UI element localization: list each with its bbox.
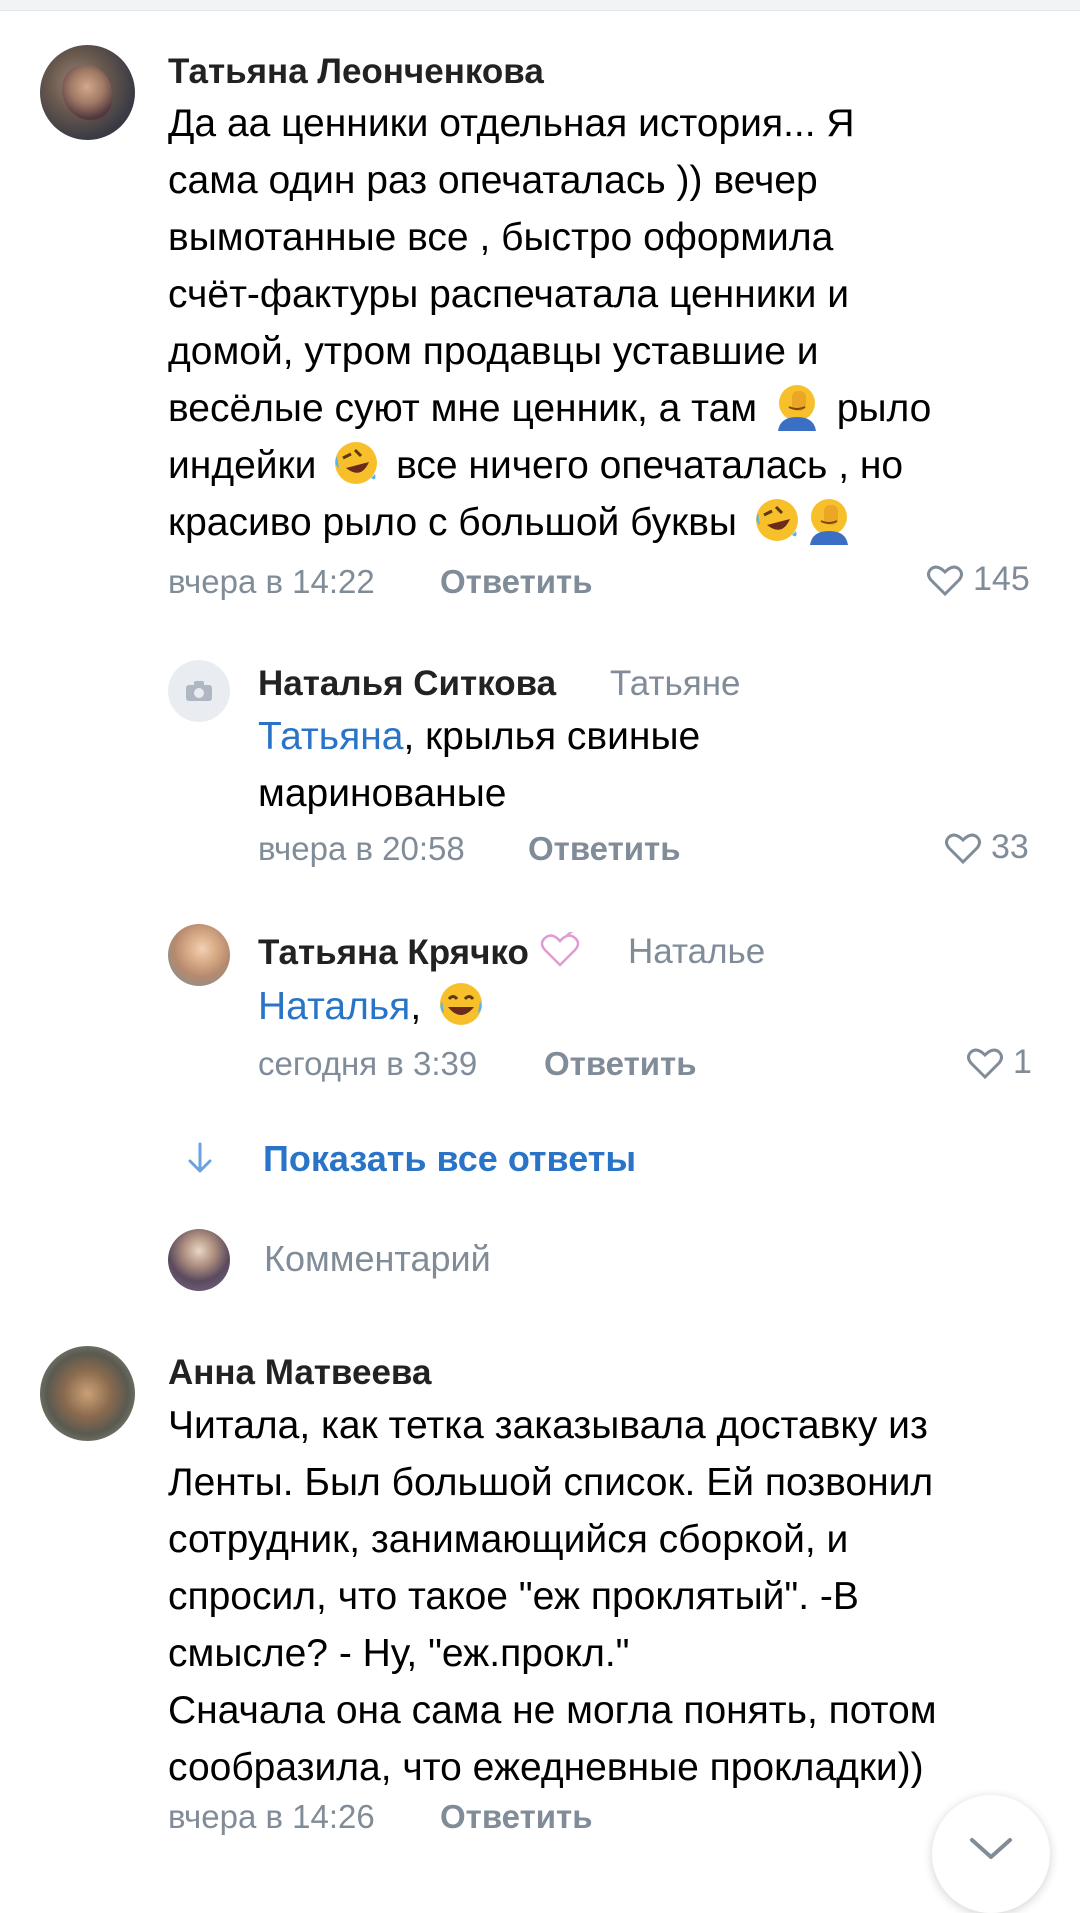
comment-text-line: домой, утром продавцы уставшие и	[168, 330, 819, 373]
comment-text-line: вымотанные все , быстро оформила	[168, 216, 834, 259]
like-button[interactable]: 145	[927, 560, 1030, 599]
reply-text-part: ,	[410, 985, 422, 1028]
reply-text-line: Татьяна, крылья свиные	[258, 708, 700, 765]
heart-icon	[927, 565, 963, 596]
comment-text-line: сотрудник, занимающийся сборкой, и	[168, 1518, 849, 1561]
reply-text: Наталья,	[258, 978, 490, 1035]
comment-time: вчера в 14:26	[168, 1798, 375, 1835]
comment-text: Читала, как тетка заказывала доставку из…	[168, 1397, 937, 1796]
comment-text-line: Да аа ценники отдельная история... Я	[168, 102, 855, 145]
reply-text-part: , крылья свиные	[403, 715, 701, 758]
comment-text-line: сама один раз опечаталась )) вечер	[168, 159, 818, 202]
reply-text-line: маринованые	[258, 772, 507, 815]
heart-icon	[967, 1048, 1003, 1079]
comment-text-line: весёлые суют мне ценник, а там рыло	[168, 380, 931, 437]
my-avatar	[168, 1229, 230, 1291]
comment-text-part: весёлые суют мне ценник, а там	[168, 387, 758, 430]
reply-addressee[interactable]: Наталье	[628, 932, 765, 972]
comment-input[interactable]: Комментарий	[264, 1238, 491, 1280]
avatar[interactable]	[168, 924, 230, 986]
comment-text-line: красиво рыло с большой буквы	[168, 494, 931, 551]
reply-button[interactable]: Ответить	[544, 1045, 697, 1083]
reply-author[interactable]: Наталья Ситкова	[258, 664, 556, 704]
like-count: 145	[973, 560, 1030, 598]
like-button[interactable]: 33	[945, 828, 1029, 867]
heart-icon	[945, 833, 981, 864]
comment-text: Да аа ценники отдельная история... Я сам…	[168, 95, 931, 551]
comment-text-line: Читала, как тетка заказывала доставку из	[168, 1404, 928, 1447]
reply-button[interactable]: Ответить	[440, 1798, 593, 1836]
comment-text-line: индейки все ничего опечаталась , но	[168, 437, 931, 494]
top-divider	[0, 0, 1080, 11]
reply-addressee[interactable]: Татьяне	[610, 664, 741, 704]
comment-text-line: счёт-фактуры распечатала ценники и	[168, 273, 849, 316]
show-all-replies-button[interactable]: Показать все ответы	[185, 1138, 636, 1179]
comment-text-line: сообразила, что ежедневные прокладки))	[168, 1746, 924, 1789]
avatar[interactable]	[168, 660, 230, 722]
chevron-down-icon	[970, 1838, 1012, 1859]
reply-text: Татьяна, крылья свиные маринованые	[258, 708, 700, 822]
arrow-down-icon	[188, 1142, 212, 1173]
reply-author[interactable]: Татьяна Крячко	[258, 930, 581, 973]
mention-link[interactable]: Татьяна	[258, 715, 403, 758]
camera-icon	[186, 681, 212, 701]
comment-text-part: индейки	[168, 444, 317, 487]
comment-text-line: спросил, что такое "еж проклятый". -В	[168, 1575, 859, 1618]
reply-time: сегодня в 3:39	[258, 1045, 478, 1082]
comment-text-line: Ленты. Был большой список. Ей позвонил	[168, 1461, 934, 1504]
show-all-replies-label: Показать все ответы	[263, 1138, 637, 1179]
like-button[interactable]: 1	[967, 1043, 1032, 1082]
avatar[interactable]	[40, 1346, 135, 1441]
rolling-laughing-emoji	[331, 438, 381, 488]
heart-outline-emoji	[540, 930, 579, 967]
comment-time: вчера в 14:22	[168, 563, 375, 600]
reply-time: вчера в 20:58	[258, 830, 465, 867]
rolling-laughing-emoji	[752, 495, 802, 545]
tears-of-joy-emoji	[436, 979, 486, 1029]
scroll-down-button[interactable]	[932, 1795, 1050, 1913]
comment-author[interactable]: Анна Матвеева	[168, 1353, 431, 1393]
reply-text-line: Наталья,	[258, 978, 490, 1035]
comment-text-line: Сначала она сама не могла понять, потом	[168, 1689, 937, 1732]
reply-author-name: Татьяна Крячко	[258, 933, 529, 972]
comment-text-part: красиво рыло с большой буквы	[168, 501, 737, 544]
facepalm-emoji	[804, 495, 854, 545]
avatar[interactable]	[40, 45, 135, 140]
reply-button[interactable]: Ответить	[440, 563, 593, 601]
comment-text-line: смысле? - Ну, "еж.прокл."	[168, 1632, 630, 1675]
like-count: 33	[991, 828, 1029, 866]
comment-text-part: все ничего опечаталась , но	[396, 444, 904, 487]
reply-button[interactable]: Ответить	[528, 830, 681, 868]
comment-text-part: рыло	[836, 387, 932, 430]
facepalm-emoji	[772, 381, 822, 431]
mention-link[interactable]: Наталья	[258, 985, 410, 1028]
comment-author[interactable]: Татьяна Леонченкова	[168, 52, 544, 92]
like-count: 1	[1013, 1043, 1032, 1081]
